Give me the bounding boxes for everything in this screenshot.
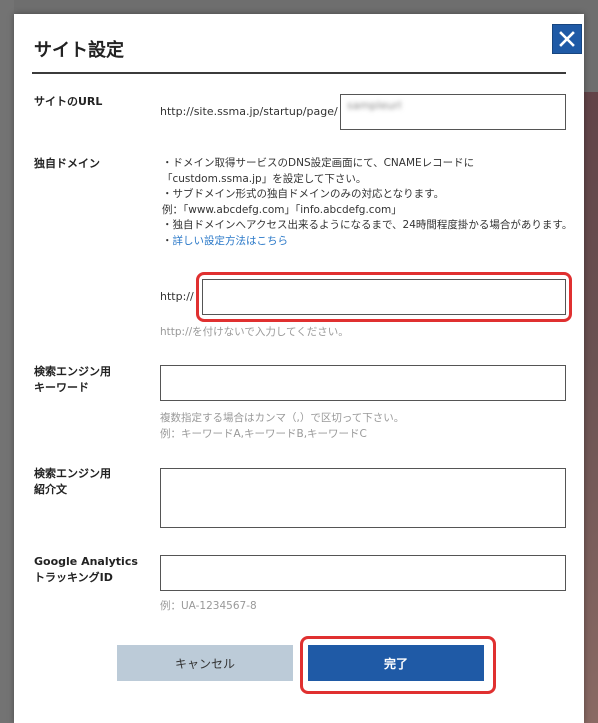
instruction-line: 「custdom.ssma.jp」を設定して下さい。 — [162, 172, 367, 185]
analytics-label-line: トラッキングID — [34, 571, 113, 584]
domain-input-prefix: http:// — [160, 290, 194, 303]
title-divider — [32, 72, 566, 74]
analytics-id-input[interactable] — [160, 555, 566, 591]
background-edge — [0, 0, 14, 723]
cancel-button[interactable]: キャンセル — [117, 645, 293, 681]
instruction-line: ・サブドメイン形式の独自ドメインのみの対応となります。 — [162, 188, 445, 200]
site-settings-dialog: サイト設定 サイトのURL http://site.ssma.jp/startu… — [14, 14, 584, 723]
analytics-label: Google Analytics トラッキングID — [34, 554, 138, 586]
description-label-line: 紹介文 — [34, 483, 67, 496]
dialog-title: サイト設定 — [34, 40, 124, 61]
analytics-hint: 例：UA-1234567-8 — [160, 600, 257, 612]
keywords-hint: 複数指定する場合はカンマ（,）で区切って下さい。 例：キーワードA,キーワードB… — [160, 410, 404, 442]
site-url-value: sampleurl — [347, 99, 402, 112]
done-button[interactable]: 完了 — [308, 645, 484, 681]
instruction-line: 例：「www.abcdefg.com」「info.abcdefg.com」 — [162, 203, 402, 216]
custom-domain-label: 独自ドメイン — [34, 157, 100, 170]
link-bullet: ・ — [162, 234, 173, 247]
analytics-label-line: Google Analytics — [34, 555, 138, 568]
keywords-label-line: キーワード — [34, 381, 89, 394]
description-label: 検索エンジン用 紹介文 — [34, 466, 111, 498]
site-url-prefix: http://site.ssma.jp/startup/page/ — [160, 105, 338, 118]
instruction-line: ・ドメイン取得サービスのDNS設定画面にて、CNAMEレコードに — [162, 157, 475, 169]
instruction-line: ・独自ドメインへアクセス出来るようになるまで、24時間程度掛かる場合があります。 — [162, 219, 573, 231]
domain-instructions: ・ドメイン取得サービスのDNS設定画面にて、CNAMEレコードに 「custdo… — [162, 156, 573, 250]
custom-domain-input[interactable] — [202, 279, 566, 315]
keywords-label-line: 検索エンジン用 — [34, 365, 111, 378]
close-button[interactable] — [552, 24, 582, 54]
site-url-input[interactable]: sampleurl — [340, 94, 566, 130]
domain-hint: http://を付けないで入力してください。 — [160, 326, 349, 338]
keywords-input[interactable] — [160, 365, 566, 401]
keywords-hint-line: 例：キーワードA,キーワードB,キーワードC — [160, 428, 367, 440]
keywords-label: 検索エンジン用 キーワード — [34, 364, 111, 396]
description-label-line: 検索エンジン用 — [34, 467, 111, 480]
description-textarea[interactable] — [160, 468, 566, 528]
setup-help-link[interactable]: 詳しい設定方法はこちら — [173, 235, 289, 247]
close-icon — [559, 31, 575, 47]
keywords-hint-line: 複数指定する場合はカンマ（,）で区切って下さい。 — [160, 412, 405, 424]
instruction-link-row: ・詳しい設定方法はこちら — [162, 234, 562, 250]
site-url-label: サイトのURL — [34, 95, 103, 108]
